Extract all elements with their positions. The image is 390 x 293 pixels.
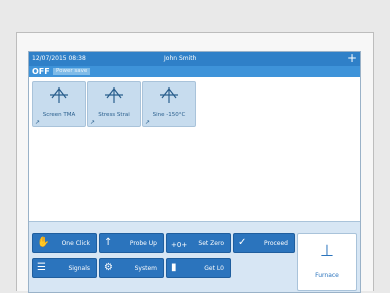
probe-icon bbox=[160, 87, 178, 103]
arrow-up-icon: ↑ bbox=[104, 237, 113, 248]
user-name[interactable]: John Smith bbox=[164, 55, 196, 62]
arrow-icon: ↗ bbox=[35, 119, 41, 126]
button-label: Furnace bbox=[315, 272, 339, 279]
button-label: One Click bbox=[61, 240, 90, 247]
tile-sine[interactable]: Sine -150°C ↗ bbox=[142, 81, 196, 127]
datetime: 12/07/2015 08:38 bbox=[32, 55, 86, 62]
proceed-button[interactable]: ✓ Proceed bbox=[233, 233, 295, 253]
gear-icon: ⚙ bbox=[104, 262, 113, 273]
tile-label: Screen TMA bbox=[42, 112, 76, 118]
button-label: Signals bbox=[68, 265, 90, 272]
set-zero-button[interactable]: +0+ Set Zero bbox=[166, 233, 231, 253]
tile-label: Sine -150°C bbox=[152, 112, 186, 118]
list-icon: ☰ bbox=[37, 262, 46, 273]
button-label: System bbox=[134, 265, 157, 272]
device-frame: 12/07/2015 08:38 John Smith + OFF Power … bbox=[16, 32, 374, 293]
tile-label: Stress Strai bbox=[98, 112, 130, 118]
signals-button[interactable]: ☰ Signals bbox=[32, 258, 97, 278]
arrow-icon: ↗ bbox=[90, 119, 96, 126]
title-bar: 12/07/2015 08:38 John Smith + bbox=[29, 52, 360, 66]
plus-icon[interactable]: + bbox=[347, 52, 357, 65]
button-label: Get L0 bbox=[204, 265, 224, 272]
button-label: Probe Up bbox=[129, 240, 157, 247]
system-button[interactable]: ⚙ System bbox=[99, 258, 164, 278]
gauge-icon: ▮ bbox=[171, 262, 177, 273]
button-label: Set Zero bbox=[198, 240, 224, 247]
power-save-badge[interactable]: Power save bbox=[53, 68, 91, 75]
probe-up-button[interactable]: ↑ Probe Up bbox=[99, 233, 164, 253]
touch-screen: 12/07/2015 08:38 John Smith + OFF Power … bbox=[28, 51, 361, 293]
zero-icon: +0+ bbox=[171, 241, 188, 249]
status-bar: OFF Power save bbox=[29, 66, 360, 77]
probe-icon bbox=[50, 87, 68, 103]
one-click-button[interactable]: ✋ One Click bbox=[32, 233, 97, 253]
mode-status[interactable]: OFF bbox=[32, 66, 50, 77]
check-icon: ✓ bbox=[238, 237, 247, 248]
furnace-button[interactable]: ⊥ Furnace bbox=[297, 233, 357, 291]
button-label: Proceed bbox=[263, 240, 288, 247]
get-l0-button[interactable]: ▮ Get L0 bbox=[166, 258, 231, 278]
furnace-icon: ⊥ bbox=[320, 241, 334, 260]
hand-icon: ✋ bbox=[37, 237, 50, 248]
arrow-icon: ↗ bbox=[145, 119, 151, 126]
probe-icon bbox=[105, 87, 123, 103]
action-toolbar: ✋ One Click ↑ Probe Up +0+ Set Zero ✓ Pr… bbox=[29, 221, 360, 292]
tile-stress-strain[interactable]: Stress Strai ↗ bbox=[87, 81, 141, 127]
tile-screen-tma[interactable]: Screen TMA ↗ bbox=[32, 81, 86, 127]
